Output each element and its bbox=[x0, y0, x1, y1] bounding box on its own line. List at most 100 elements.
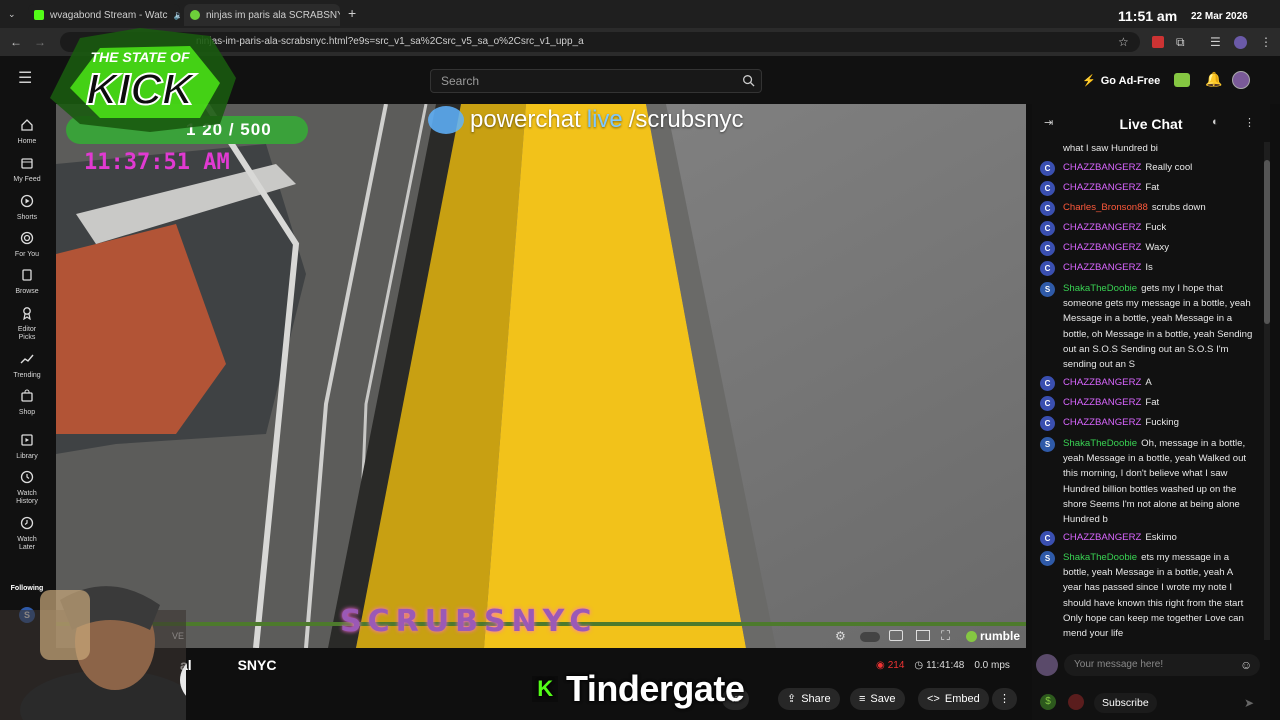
chat-text: Oh, message in a bottle, yeah Message in… bbox=[1063, 438, 1247, 526]
chat-username[interactable]: ShakaTheDoobie bbox=[1063, 552, 1137, 563]
tab-list-chevron-icon[interactable]: ⌄ bbox=[8, 7, 16, 21]
rant-dollar-icon[interactable]: $ bbox=[1040, 694, 1056, 710]
chat-text: scrubs down bbox=[1151, 202, 1206, 213]
embed-button[interactable]: <> Embed bbox=[918, 688, 989, 710]
watermark-suffix: /scrubsnyc bbox=[628, 106, 744, 133]
chat-avatar[interactable]: C bbox=[1040, 181, 1055, 196]
sidebar-item-library[interactable]: Library bbox=[0, 433, 54, 461]
rumble-brand[interactable]: rumble bbox=[966, 629, 1020, 643]
search-input[interactable]: Search bbox=[430, 69, 762, 93]
chat-avatar[interactable]: C bbox=[1040, 241, 1055, 256]
subscribe-button[interactable]: Subscribe bbox=[1094, 693, 1157, 713]
settings-gear-icon[interactable]: ⚙ bbox=[835, 629, 846, 643]
overlay-clock: 11:37:51 AM bbox=[84, 150, 230, 175]
profile-avatar[interactable] bbox=[1234, 36, 1247, 49]
logo-line1: THE STATE OF bbox=[90, 49, 189, 65]
sidebar-item-label: Shop bbox=[18, 409, 36, 416]
tab-kick-stream[interactable]: wvagabond Stream - Watc 🔈 ✕ bbox=[28, 4, 180, 26]
powerchat-logo-icon bbox=[428, 106, 464, 134]
save-button[interactable]: ≡ Save bbox=[850, 688, 905, 710]
sidebar-item-trending[interactable]: Trending bbox=[0, 352, 54, 380]
chat-input-placeholder: Your message here! bbox=[1074, 659, 1164, 670]
new-tab-icon[interactable]: + bbox=[348, 6, 356, 20]
chat-avatar[interactable]: S bbox=[1040, 437, 1055, 452]
sidebar-item-for-you[interactable]: For You bbox=[0, 231, 54, 259]
chat-username[interactable]: ShakaTheDoobie bbox=[1063, 283, 1137, 294]
sidebar-item-my-feed[interactable]: My Feed bbox=[0, 156, 54, 184]
chat-avatar[interactable]: C bbox=[1040, 201, 1055, 216]
emoji-icon[interactable]: ☺ bbox=[1240, 654, 1252, 676]
chat-username[interactable]: CHAZZBANGERZ bbox=[1063, 242, 1141, 253]
user-avatar[interactable] bbox=[1232, 71, 1250, 89]
browser-menu-icon[interactable]: ⋮ bbox=[1260, 35, 1272, 49]
chat-username[interactable]: CHAZZBANGERZ bbox=[1063, 397, 1141, 408]
lightning-icon: ⚡ bbox=[1082, 75, 1096, 87]
chat-menu-icon[interactable]: ⋮ bbox=[1244, 116, 1255, 129]
send-message-icon[interactable]: ➤ bbox=[1244, 696, 1254, 710]
chat-username[interactable]: CHAZZBANGERZ bbox=[1063, 532, 1141, 543]
chat-username[interactable]: CHAZZBANGERZ bbox=[1063, 262, 1141, 273]
sidebar-item-shorts[interactable]: Shorts bbox=[0, 194, 54, 222]
theater-mode-icon[interactable] bbox=[916, 630, 930, 641]
popout-chat-icon[interactable]: ◐ bbox=[1212, 116, 1219, 128]
save-icon: ≡ bbox=[859, 693, 866, 705]
video-player[interactable] bbox=[56, 104, 1026, 648]
player-controls: VE ⚙ ⛶ rumble bbox=[56, 626, 1026, 648]
share-label: Share bbox=[801, 693, 831, 705]
chat-avatar[interactable]: C bbox=[1040, 376, 1055, 391]
chat-message-input[interactable]: Your message here! ☺ bbox=[1064, 654, 1260, 676]
search-icon[interactable] bbox=[742, 74, 755, 87]
autoplay-toggle[interactable] bbox=[860, 632, 880, 642]
chat-avatar[interactable]: C bbox=[1040, 161, 1055, 176]
chat-username[interactable]: CHAZZBANGERZ bbox=[1063, 182, 1141, 193]
chat-avatar[interactable]: C bbox=[1040, 531, 1055, 546]
shorts-icon bbox=[20, 194, 34, 208]
chat-username[interactable]: CHAZZBANGERZ bbox=[1063, 417, 1141, 428]
chat-avatar[interactable]: C bbox=[1040, 261, 1055, 276]
mps-value: 0.0 mps bbox=[974, 660, 1010, 671]
chat-text: Fat bbox=[1145, 182, 1160, 193]
miniplayer-icon[interactable] bbox=[889, 630, 903, 641]
chat-scroll-thumb[interactable] bbox=[1264, 160, 1270, 324]
sidebar-item-label: Watch History bbox=[16, 490, 38, 505]
chat-message-body: ShakaTheDoobie Oh, message in a bottle, y… bbox=[1063, 436, 1253, 527]
hamburger-menu-icon[interactable]: ☰ bbox=[18, 71, 32, 87]
upload-icon[interactable] bbox=[1174, 73, 1190, 87]
notifications-bell-icon[interactable]: 🔔 bbox=[1205, 71, 1222, 88]
rumble-label: rumble bbox=[980, 629, 1021, 643]
chat-username[interactable]: ShakaTheDoobie bbox=[1063, 438, 1137, 449]
bookmark-star-icon[interactable]: ☆ bbox=[1118, 35, 1129, 49]
back-icon[interactable]: ← bbox=[10, 35, 22, 49]
gift-icon[interactable] bbox=[1068, 694, 1084, 710]
more-actions-button[interactable]: ⋮ bbox=[992, 688, 1017, 710]
kick-favicon-icon bbox=[34, 10, 44, 20]
share-button[interactable]: ⇪ Share bbox=[778, 688, 840, 710]
sidebar-item-shop[interactable]: Shop bbox=[0, 389, 54, 417]
watermark-accent: live bbox=[586, 106, 623, 133]
extensions-puzzle-icon[interactable]: ⧉ bbox=[1176, 35, 1185, 49]
chat-username[interactable]: CHAZZBANGERZ bbox=[1063, 222, 1141, 233]
chat-username[interactable]: Charles_Bronson88 bbox=[1063, 202, 1148, 213]
go-ad-free-button[interactable]: ⚡ Go Ad-Free bbox=[1082, 74, 1160, 88]
share-icon: ⇪ bbox=[787, 693, 797, 705]
speaker-icon[interactable]: 🔈 bbox=[173, 10, 180, 21]
sidebar-item-watch-later[interactable]: Watch Later bbox=[0, 516, 54, 552]
chat-username[interactable]: CHAZZBANGERZ bbox=[1063, 162, 1141, 173]
fullscreen-icon[interactable]: ⛶ bbox=[941, 628, 950, 644]
chat-scrollbar[interactable] bbox=[1264, 142, 1270, 640]
chat-message-body: what I saw Hundred bi bbox=[1063, 141, 1253, 156]
chat-avatar[interactable]: S bbox=[1040, 282, 1055, 297]
extension-icon[interactable] bbox=[1152, 36, 1164, 48]
chat-text: ets my message in a bottle, yeah Message… bbox=[1063, 552, 1244, 640]
sidebar-item-browse[interactable]: Browse bbox=[0, 268, 54, 296]
chat-username[interactable]: CHAZZBANGERZ bbox=[1063, 377, 1141, 388]
chat-avatar[interactable]: C bbox=[1040, 221, 1055, 236]
reading-list-icon[interactable]: ☰ bbox=[1210, 35, 1221, 49]
sidebar-item-watch-history[interactable]: Watch History bbox=[0, 470, 54, 506]
chat-avatar[interactable]: S bbox=[1040, 551, 1055, 566]
sidebar-item-editor-picks[interactable]: Editor Picks bbox=[0, 306, 54, 342]
sidebar-item-label: My Feed bbox=[13, 176, 41, 183]
chat-avatar[interactable]: C bbox=[1040, 396, 1055, 411]
chat-avatar[interactable]: C bbox=[1040, 416, 1055, 431]
tab-rumble-video[interactable]: ninjas im paris ala SCRABSNYC ✕ bbox=[184, 4, 340, 26]
